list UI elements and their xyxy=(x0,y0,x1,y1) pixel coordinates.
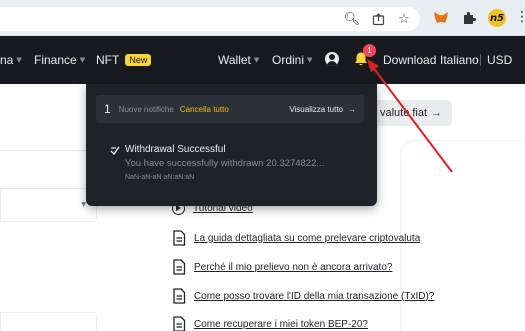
fiat-currency-button[interactable]: valute fiat → xyxy=(370,100,452,126)
help-link-label: Come posso trovare l'ID della mia transa… xyxy=(194,290,435,302)
notification-title: Withdrawal Successful xyxy=(125,144,226,155)
document-icon xyxy=(173,288,186,304)
help-link-guide[interactable]: La guida dettagliata su come prelevare c… xyxy=(172,230,420,246)
notification-count: 1 xyxy=(104,102,111,116)
view-all-link[interactable]: Visualizza tutto → xyxy=(289,105,356,114)
nav-wallet-label: Wallet xyxy=(218,53,251,67)
nav-item-language[interactable]: Italiano xyxy=(440,53,479,67)
puzzle-icon[interactable] xyxy=(460,9,478,27)
document-icon xyxy=(173,230,186,246)
section-divider xyxy=(0,150,90,151)
view-all-label: Visualizza tutto xyxy=(289,104,343,114)
arrow-right-icon: → xyxy=(348,104,356,114)
new-notifications-label: Nuove notifiche xyxy=(118,104,174,114)
notification-message: You have successfully withdrawn 20.32748… xyxy=(125,158,325,169)
notification-count-badge: 1 xyxy=(363,44,376,57)
help-link-label: Come recuperare i miei token BEP-20? xyxy=(194,318,368,330)
nav-item-partial[interactable]: na ▼ xyxy=(0,53,22,67)
nav-item-orders[interactable]: Ordini ▼ xyxy=(272,53,312,67)
nav-item-partial-label: na xyxy=(0,53,14,67)
caret-down-icon: ▼ xyxy=(81,201,86,208)
notification-time: NaN-aN-aN aN:aN:aN xyxy=(125,174,195,181)
nav-language-label: Italiano xyxy=(440,53,479,67)
arrow-right-icon: → xyxy=(431,107,443,119)
caret-down-icon: ▼ xyxy=(307,56,313,64)
notification-dropdown: 1 Nuove notifiche Cancella tutto Visuali… xyxy=(86,84,377,206)
clear-all-button[interactable]: Cancella tutto xyxy=(180,105,229,114)
help-link-label: La guida dettagliata su come prelevare c… xyxy=(194,232,421,244)
browser-toolbar: 🔍︎ ☆ n5 ⋮ xyxy=(0,0,525,36)
help-link-label: Perché il mio prelievo non è ancora arri… xyxy=(194,261,393,273)
help-link-not-arrived[interactable]: Perché il mio prelievo non è ancora arri… xyxy=(172,259,392,275)
fiat-button-label: valute fiat xyxy=(379,107,428,119)
notification-header: 1 Nuove notifiche Cancella tutto Visuali… xyxy=(96,95,364,123)
withdrawal-icon xyxy=(110,145,120,156)
share-icon[interactable] xyxy=(370,11,386,27)
document-icon xyxy=(173,259,186,275)
address-input[interactable] xyxy=(0,312,97,331)
caret-down-icon: ▼ xyxy=(79,56,86,64)
nav-item-nft[interactable]: NFT New xyxy=(96,53,152,67)
nav-item-download[interactable]: Download xyxy=(383,53,436,67)
nav-item-wallet[interactable]: Wallet ▼ xyxy=(218,53,259,67)
nav-divider xyxy=(480,54,481,66)
n5-extension-icon[interactable]: n5 xyxy=(488,9,506,27)
caret-down-icon: ▼ xyxy=(253,56,260,64)
nav-item-currency[interactable]: USD xyxy=(487,53,512,67)
site-navbar: na ▼ Finance ▼ NFT New Wallet ▼ Ordini ▼… xyxy=(0,36,525,84)
search-icon[interactable]: 🔍︎ xyxy=(344,11,361,27)
star-icon[interactable]: ☆ xyxy=(396,11,412,27)
nav-item-finance[interactable]: Finance ▼ xyxy=(34,53,85,67)
help-link-bep20[interactable]: Come recuperare i miei token BEP-20? xyxy=(172,316,368,331)
nav-nft-label: NFT xyxy=(96,53,120,67)
nav-currency-label: USD xyxy=(487,53,513,67)
document-icon xyxy=(173,316,186,331)
address-bar[interactable]: 🔍︎ ☆ xyxy=(0,7,420,31)
coin-select[interactable]: ▼ xyxy=(0,188,97,222)
caret-down-icon: ▼ xyxy=(16,56,22,64)
kebab-menu-icon[interactable]: ⋮ xyxy=(515,9,525,25)
metamask-icon[interactable] xyxy=(432,9,450,27)
nav-orders-label: Ordini xyxy=(272,53,305,67)
help-link-txid[interactable]: Come posso trovare l'ID della mia transa… xyxy=(172,288,434,304)
new-badge: New xyxy=(125,54,152,66)
nav-download-label: Download xyxy=(383,53,437,67)
nav-finance-label: Finance xyxy=(34,53,77,67)
user-account-icon[interactable] xyxy=(325,52,339,66)
